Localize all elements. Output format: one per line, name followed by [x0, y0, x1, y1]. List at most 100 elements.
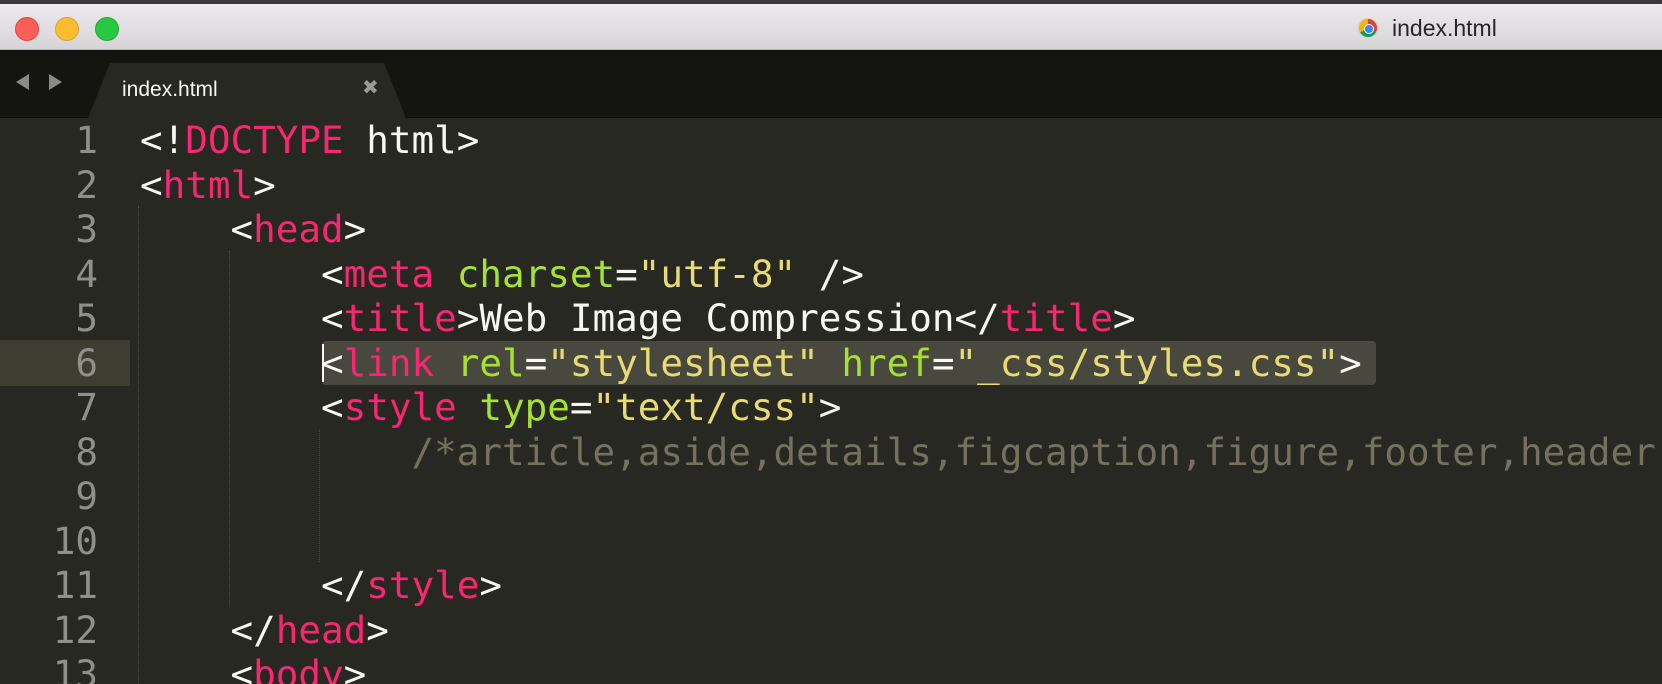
code-token-str: "text/css" — [592, 385, 819, 429]
code-token-punct: < — [140, 385, 344, 429]
code-token-tag: body — [253, 652, 344, 684]
code-token-tag: head — [275, 607, 367, 652]
line-number: 6 — [75, 340, 98, 385]
code-text: </head> — [140, 607, 389, 653]
code-line[interactable]: 4 <meta charset="utf-8" /> — [0, 251, 1662, 297]
text-caret — [322, 343, 324, 382]
code-line[interactable]: 6 <link rel="stylesheet" href="_css/styl… — [0, 339, 1662, 386]
code-token-punct: = — [569, 385, 593, 429]
line-number: 2 — [75, 162, 98, 207]
code-line[interactable]: 12 </head> — [0, 607, 1662, 653]
code-token-tag: head — [253, 207, 344, 251]
tab-close-icon[interactable]: ✖ — [362, 75, 379, 99]
line-number: 10 — [52, 518, 98, 563]
title-bar[interactable]: index.html — [0, 0, 1662, 50]
code-token-punct: </ — [140, 607, 276, 652]
line-number: 8 — [75, 429, 98, 474]
code-token-punct: < — [140, 162, 163, 207]
forward-arrow-icon[interactable] — [49, 74, 62, 90]
code-text: <html> — [140, 162, 276, 208]
code-text: <head> — [140, 206, 366, 252]
line-number: 11 — [52, 563, 98, 607]
code-token-punct: > — [343, 652, 367, 684]
code-token-punct: = — [931, 340, 955, 385]
code-token-attr: charset — [456, 251, 616, 296]
code-line[interactable]: 5 <title>Web Image Compression</title> — [0, 295, 1662, 341]
tab-index-html[interactable]: index.html ✖ — [88, 63, 406, 118]
code-token-punct: > — [1339, 340, 1362, 385]
code-token-tag: html — [162, 162, 254, 207]
code-token-str: "_css/styles.css" — [954, 340, 1340, 385]
code-token-tag: meta — [343, 251, 435, 296]
line-number: 1 — [75, 118, 98, 162]
code-token-punct: </ — [140, 563, 367, 607]
back-arrow-icon[interactable] — [16, 74, 29, 90]
code-token-punct — [457, 385, 480, 429]
code-token-attr: rel — [456, 340, 525, 385]
code-token-punct: > — [818, 385, 842, 429]
code-line[interactable]: 3 <head> — [0, 206, 1662, 252]
code-token-tag: style — [343, 385, 457, 429]
code-line[interactable]: 7 <style type="text/css"> — [0, 384, 1662, 430]
code-text: <body> — [140, 651, 366, 684]
code-token-punct: > — [253, 162, 276, 207]
code-token-punct: html> — [343, 118, 480, 162]
line-number: 3 — [75, 207, 98, 251]
code-token-punct: /> — [796, 251, 864, 296]
code-token-punct — [434, 341, 457, 385]
zoom-window-button[interactable] — [95, 17, 119, 41]
line-number: 12 — [52, 607, 98, 652]
close-window-button[interactable] — [15, 17, 39, 41]
line-number: 9 — [75, 474, 98, 518]
code-line[interactable]: 10 — [0, 518, 1662, 564]
code-token-str: "utf-8" — [637, 251, 797, 296]
code-editor[interactable]: 1 <!DOCTYPE html> 2 <html> 3 <head> 4 <meta c… — [0, 118, 1662, 684]
code-text: </style> — [140, 562, 502, 608]
tab-label: index.html — [122, 78, 218, 101]
line-number: 5 — [75, 296, 98, 340]
code-token-tag: title — [343, 296, 457, 340]
code-text: /*article,aside,details,figcaption,figur… — [140, 429, 1656, 475]
code-line[interactable]: 8 /*article,aside,details,figcaption,fig… — [0, 429, 1662, 475]
code-token-attr: href — [841, 340, 932, 385]
code-line[interactable]: 2 <html> — [0, 162, 1662, 208]
code-text: <title>Web Image Compression</title> — [140, 295, 1136, 341]
code-token-punct: = — [615, 251, 638, 296]
code-token-punct: > — [343, 207, 367, 251]
editor-window: index.html index.html ✖ 1 <!DOCTYPE html>… — [0, 0, 1662, 684]
code-token-tag: link — [343, 340, 435, 385]
line-number: 4 — [75, 251, 98, 296]
code-line[interactable]: 11 </style> — [0, 562, 1662, 608]
code-token-punct: <! — [140, 118, 186, 162]
code-token-punct: < — [140, 207, 254, 251]
code-token-punct: >Web Image Compression</ — [456, 296, 1000, 340]
code-text: <!DOCTYPE html> — [140, 117, 479, 163]
code-text: <meta charset="utf-8" /> — [140, 251, 864, 297]
window-title: index.html — [1358, 14, 1497, 42]
code-token-punct: > — [479, 563, 502, 607]
chrome-icon — [1358, 18, 1378, 38]
code-token-str: "stylesheet" — [547, 340, 819, 385]
code-token-punct: < — [140, 652, 254, 684]
code-token-punct: = — [524, 340, 548, 385]
code-token-punct: < — [140, 296, 344, 340]
line-number: 13 — [52, 652, 98, 684]
code-token-attr: type — [479, 385, 570, 429]
code-line[interactable]: 9 — [0, 473, 1662, 519]
code-line[interactable]: 1 <!DOCTYPE html> — [0, 117, 1662, 163]
code-token-punct — [819, 341, 842, 385]
code-token-punct: < — [140, 251, 344, 296]
line-number: 7 — [75, 385, 98, 429]
code-text: <style type="text/css"> — [140, 384, 841, 430]
code-token-tag: DOCTYPE — [185, 118, 344, 162]
code-token-punct: < — [140, 340, 344, 385]
code-token-punct — [434, 252, 457, 296]
code-token-tag: title — [999, 296, 1113, 340]
code-line[interactable]: 13 <body> — [0, 651, 1662, 684]
window-title-text: index.html — [1392, 14, 1497, 41]
tab-bar: index.html ✖ — [0, 50, 1662, 118]
code-token-punct: > — [1112, 296, 1136, 340]
code-token-punct: > — [366, 607, 389, 652]
minimize-window-button[interactable] — [55, 17, 79, 41]
code-token-cmt: /*article,aside,details,figcaption,figur… — [140, 429, 1656, 474]
